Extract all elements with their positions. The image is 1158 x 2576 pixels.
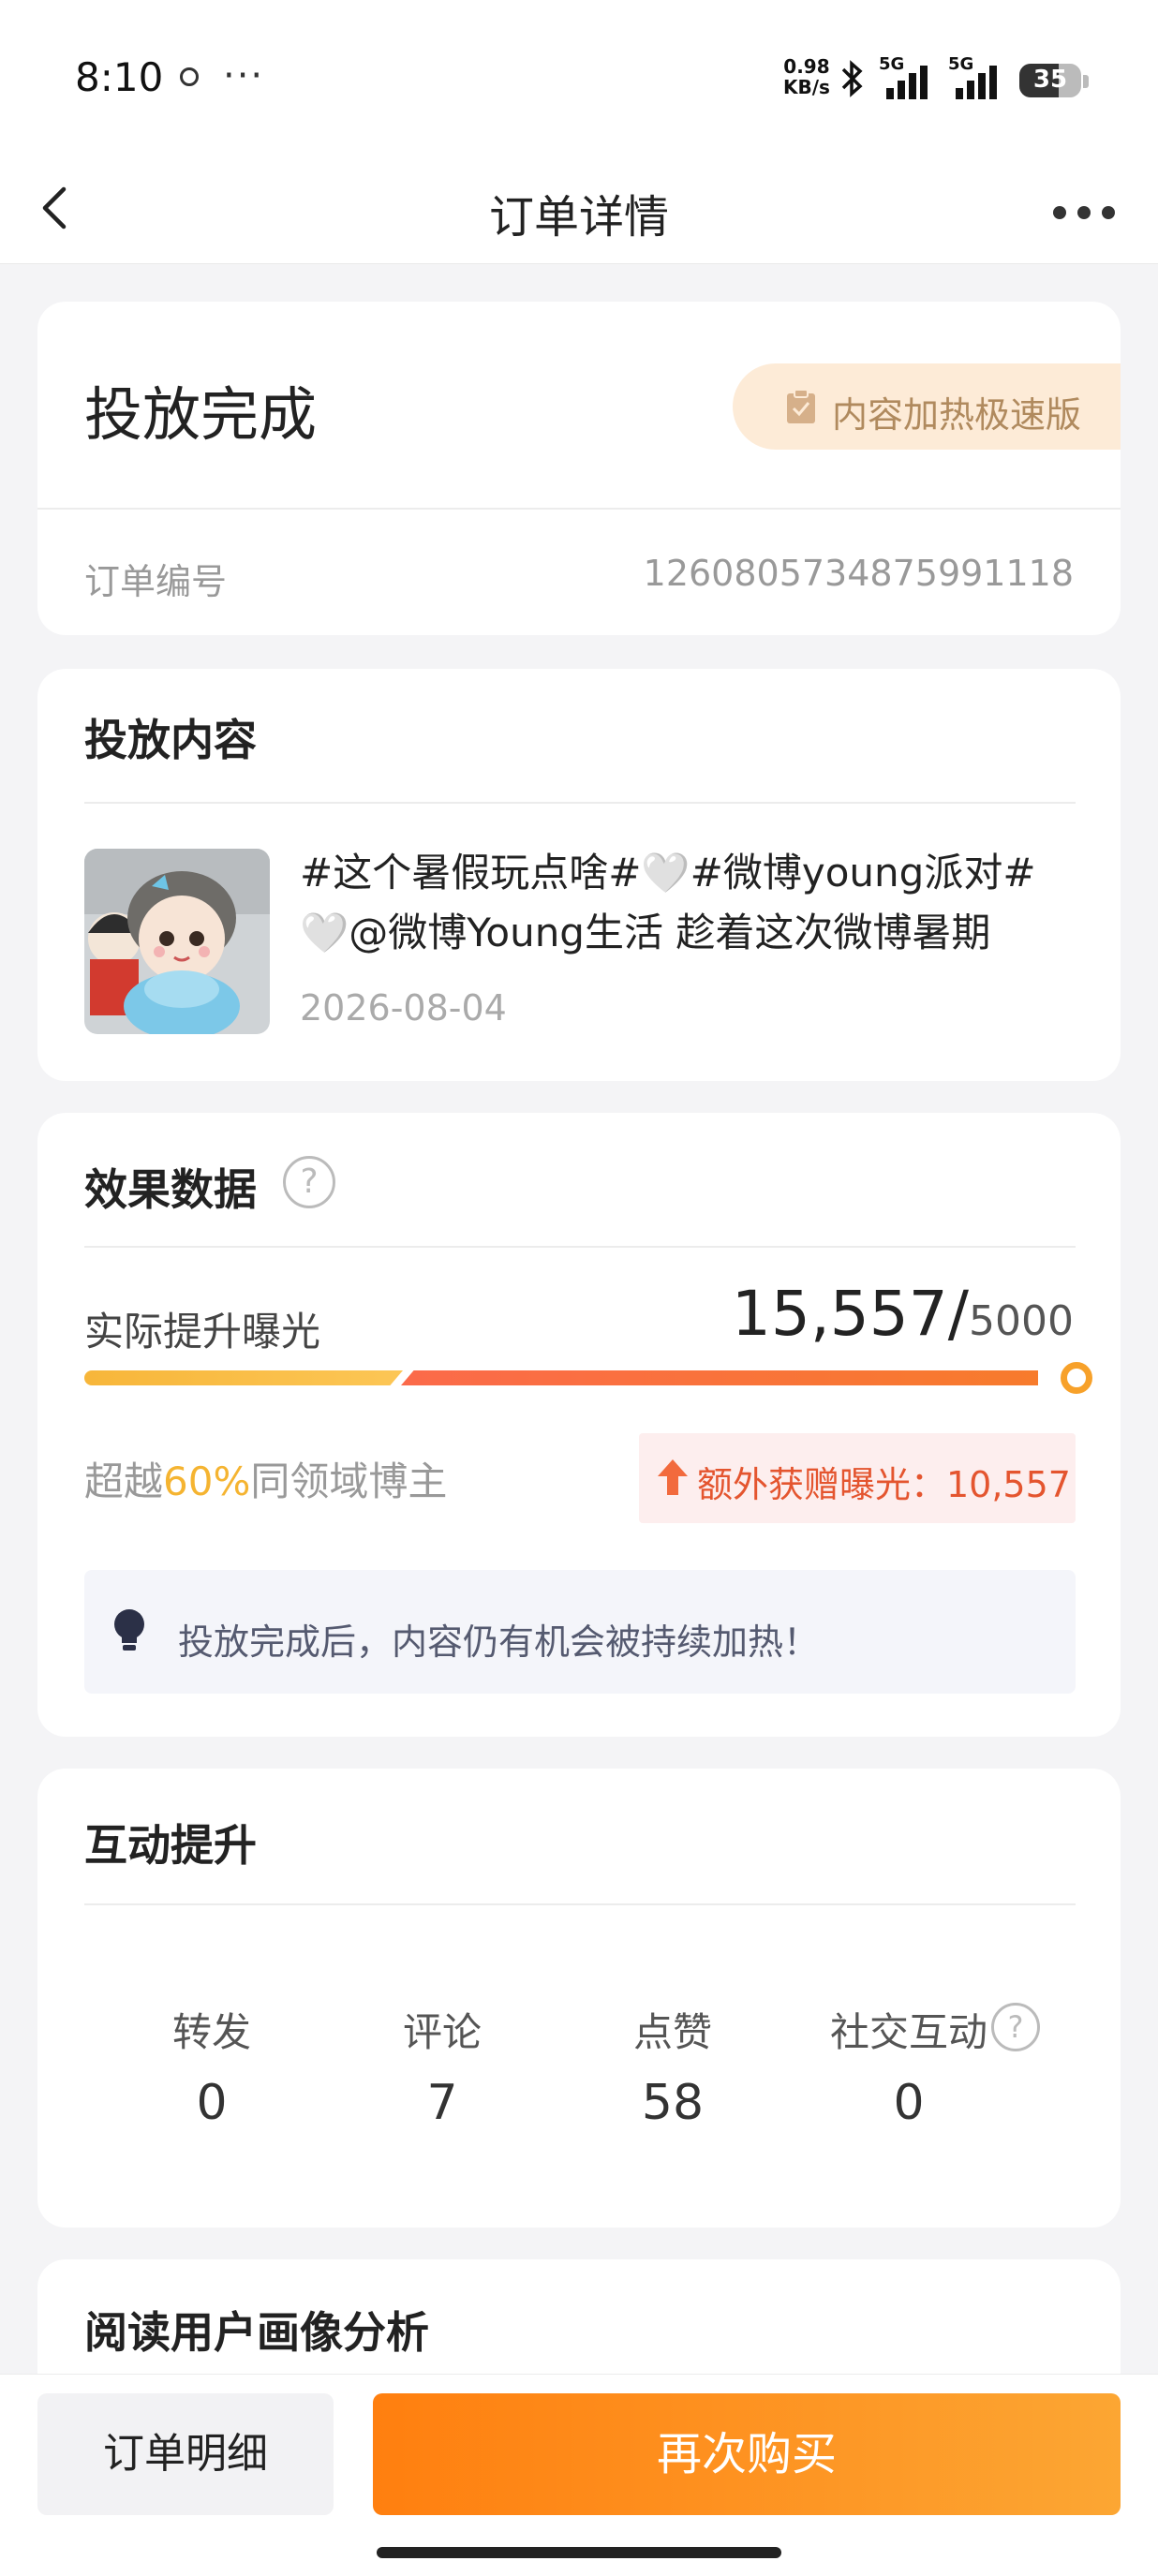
stat-value: 0	[893, 2075, 925, 2131]
lightbulb-icon	[114, 1609, 144, 1651]
help-icon[interactable]: ?	[991, 2003, 1040, 2051]
post-text[interactable]: #这个暑假玩点啥#🤍#微博young派对# 🤍@微博Young生活 趁着这次微博…	[300, 843, 1083, 963]
order-number-value[interactable]: 1260805734875991118	[644, 553, 1074, 594]
signal-bars-1-icon	[886, 66, 931, 99]
stat-value: 0	[196, 2075, 228, 2131]
order-status-card: 投放完成 内容加热极速版 订单编号 1260805734875991118	[37, 302, 1121, 635]
stat-repost: 转发 0	[148, 2001, 275, 2131]
divider	[84, 1246, 1076, 1248]
post-line-1: #这个暑假玩点啥#🤍#微博young派对#	[300, 850, 1036, 896]
stat-like: 点赞 58	[609, 2001, 736, 2131]
arrow-up-icon	[658, 1459, 688, 1495]
divider	[37, 508, 1121, 510]
metric-label: 实际提升曝光	[84, 1309, 321, 1355]
stat-value: 58	[641, 2075, 705, 2131]
exceed-prefix: 超越	[84, 1458, 164, 1504]
badge-label: 内容加热极速版	[832, 394, 1082, 436]
doll-image-icon	[84, 849, 270, 1034]
notification-icon	[180, 67, 199, 86]
stat-value: 7	[426, 2075, 458, 2131]
more-button[interactable]	[1047, 187, 1122, 234]
help-icon[interactable]: ?	[283, 1156, 335, 1208]
stat-social: 社交互动 0	[806, 2001, 1012, 2131]
more-dot	[1102, 206, 1115, 219]
stat-label: 评论	[402, 2009, 482, 2055]
post-date: 2026-08-04	[300, 987, 507, 1029]
order-status-title: 投放完成	[84, 380, 318, 449]
stat-comment: 评论 7	[379, 2001, 506, 2131]
interaction-card: 互动提升 转发 0 评论 7 点赞 58 社交互动 0 ?	[37, 1769, 1121, 2228]
interaction-section-title: 互动提升	[84, 1820, 257, 1871]
progress-bar-extra	[401, 1370, 1038, 1385]
buy-again-button[interactable]: 再次购买	[373, 2393, 1121, 2515]
effect-section-title: 效果数据	[84, 1164, 257, 1215]
chevron-left-icon	[42, 186, 67, 229]
clipboard-icon	[787, 389, 815, 423]
net-speed: 0.98 KB/s	[783, 56, 830, 97]
net-speed-unit: KB/s	[783, 76, 830, 98]
stat-label: 点赞	[632, 2009, 712, 2055]
product-badge[interactable]: 内容加热极速版	[733, 363, 1121, 450]
battery-level: 35	[1032, 66, 1068, 94]
more-dot	[1077, 206, 1091, 219]
status-icons: 5G 5G 35	[836, 54, 1091, 105]
progress-bar-end-dot	[1061, 1362, 1092, 1394]
battery-cap	[1083, 75, 1089, 88]
net-speed-value: 0.98	[783, 55, 830, 78]
stat-label: 社交互动	[829, 2009, 987, 2055]
battery-icon: 35	[1019, 64, 1081, 97]
divider	[84, 802, 1076, 804]
signal-bars-2-icon	[956, 66, 1001, 99]
stat-label: 转发	[171, 2009, 251, 2055]
back-button[interactable]	[28, 180, 84, 236]
extra-exposure-text: 额外获赠曝光：10,557	[697, 1464, 1071, 1505]
order-detail-button[interactable]: 订单明细	[37, 2393, 334, 2515]
tip-text: 投放完成后，内容仍有机会被持续加热！	[178, 1621, 820, 1663]
status-bar: 8:10 ··· 0.98 KB/s 5G 5G 35	[0, 0, 1158, 159]
status-more-icon: ···	[223, 54, 265, 97]
more-dot	[1053, 206, 1066, 219]
page-title: 订单详情	[488, 191, 669, 244]
bottom-action-bar: 订单明细 再次购买	[0, 2374, 1158, 2576]
bluetooth-icon	[836, 56, 869, 111]
metric-target: 5000	[969, 1297, 1074, 1345]
effect-card: 效果数据 ? 实际提升曝光 15,557/5000 超越60%同领域博主 额外获…	[37, 1113, 1121, 1737]
post-thumbnail[interactable]	[84, 849, 270, 1034]
metric-value: 15,557/5000	[732, 1278, 1074, 1350]
tip-box: 投放完成后，内容仍有机会被持续加热！	[84, 1570, 1076, 1694]
extra-exposure-badge: 额外获赠曝光：10,557	[639, 1433, 1076, 1523]
exceed-percent: 60%	[163, 1458, 251, 1504]
status-time: 8:10	[75, 54, 164, 100]
metric-actual: 15,557/	[731, 1278, 970, 1350]
order-number-label: 订单编号	[84, 561, 228, 602]
exceed-suffix: 同领域博主	[250, 1458, 448, 1504]
post-line-2: 🤍@微博Young生活 趁着这次微博暑期	[300, 910, 991, 955]
content-card: 投放内容 #这个暑假玩点啥#🤍#微博young派对# 🤍@微博Young生活 趁…	[37, 669, 1121, 1081]
divider	[84, 1903, 1076, 1905]
exceed-text: 超越60%同领域博主	[84, 1450, 447, 1507]
nav-bar: 订单详情	[0, 159, 1158, 264]
content-section-title: 投放内容	[84, 715, 257, 765]
audience-section-title: 阅读用户画像分析	[84, 2307, 429, 2358]
progress-bar-base	[84, 1370, 403, 1385]
home-indicator[interactable]	[377, 2547, 781, 2558]
